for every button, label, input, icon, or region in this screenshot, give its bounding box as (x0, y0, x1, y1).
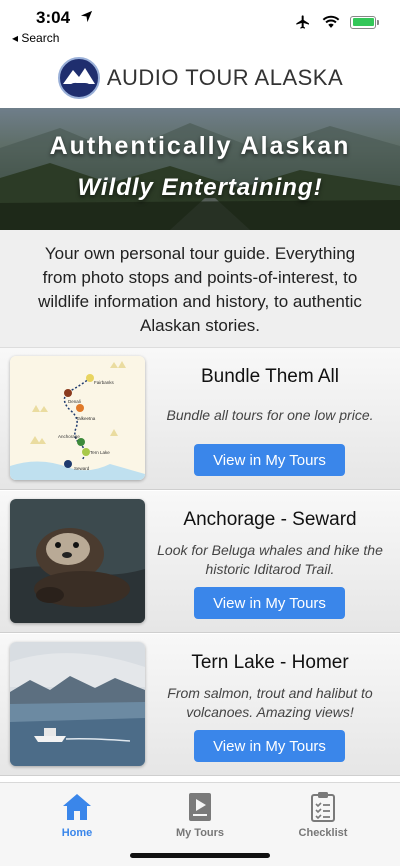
home-indicator (130, 853, 270, 858)
hero-title: Authentically Alaskan (49, 132, 351, 160)
tab-home[interactable]: Home (17, 791, 137, 839)
airplane-icon (296, 15, 309, 29)
status-icons (294, 14, 379, 30)
wifi-icon (322, 15, 340, 28)
tour-title: Tern Lake - Homer (191, 652, 349, 673)
mountain-landscape-image (0, 123, 400, 230)
map-pin-seward (64, 460, 72, 468)
tour-description: Bundle all tours for one low price. (166, 407, 374, 423)
view-in-my-tours-button[interactable]: View in My Tours (194, 730, 345, 762)
location-arrow-icon (80, 10, 93, 23)
tab-my-tours[interactable]: My Tours (140, 791, 260, 839)
map-pin-talkeetna (76, 404, 84, 412)
intro-text: Your own personal tour guide. Everything… (0, 230, 400, 348)
tab-bar: Home My Tours Checklist (0, 782, 400, 866)
hero-subtitle: Wildly Entertaining! (77, 174, 323, 201)
map-label-anchorage: Anchorage (58, 434, 80, 439)
tour-title: Bundle Them All (200, 366, 339, 387)
tour-card-tern-lake-homer[interactable]: Tern Lake - Homer From salmon, trout and… (0, 634, 400, 776)
app-header: AUDIO TOUR ALASKA (0, 48, 400, 108)
hero-banner: Authentically Alaskan Wildly Entertainin… (0, 108, 400, 230)
tab-home-label: Home (61, 827, 93, 839)
app-title: AUDIO TOUR ALASKA (106, 65, 344, 90)
tour-description: Look for Beluga whales and hike the hist… (157, 542, 383, 577)
map-pin-fairbanks (86, 374, 94, 382)
map-pin-denali (64, 389, 72, 397)
map-label-fairbanks: Fairbanks (94, 380, 115, 385)
tab-checklist-label: Checklist (298, 827, 348, 839)
play-document-icon (189, 793, 211, 821)
back-to-search-link[interactable]: ◂ Search (12, 31, 59, 45)
tour-title: Anchorage - Seward (183, 509, 357, 530)
map-label-tern-lake: Tern Lake (90, 450, 110, 455)
view-in-my-tours-button[interactable]: View in My Tours (194, 444, 345, 476)
tour-card-anchorage-seward[interactable]: Anchorage - Seward Look for Beluga whale… (0, 491, 400, 633)
boat-mountains-thumbnail (10, 642, 145, 766)
route-map-thumbnail: Fairbanks Denali Talkeetna Anchorage Ter… (10, 356, 145, 480)
tour-description: From salmon, trout and halibut to volcan… (167, 685, 373, 720)
status-bar: 3:04 ◂ Search (0, 0, 400, 48)
battery-icon (350, 15, 379, 29)
map-label-seward: Seward (74, 466, 90, 471)
map-pin-tern-lake (82, 448, 90, 456)
sea-otter-thumbnail (10, 499, 145, 623)
status-time: 3:04 (36, 8, 71, 27)
tab-my-tours-label: My Tours (175, 827, 225, 839)
tab-checklist[interactable]: Checklist (263, 791, 383, 839)
home-icon (63, 794, 91, 820)
bear-mountain-logo-icon (57, 57, 100, 99)
clipboard-checklist-icon (311, 792, 335, 822)
map-label-talkeetna: Talkeetna (76, 416, 96, 421)
map-pin-anchorage (77, 438, 85, 446)
view-in-my-tours-button[interactable]: View in My Tours (194, 587, 345, 619)
tour-card-bundle[interactable]: Fairbanks Denali Talkeetna Anchorage Ter… (0, 348, 400, 490)
map-label-denali: Denali (68, 399, 81, 404)
